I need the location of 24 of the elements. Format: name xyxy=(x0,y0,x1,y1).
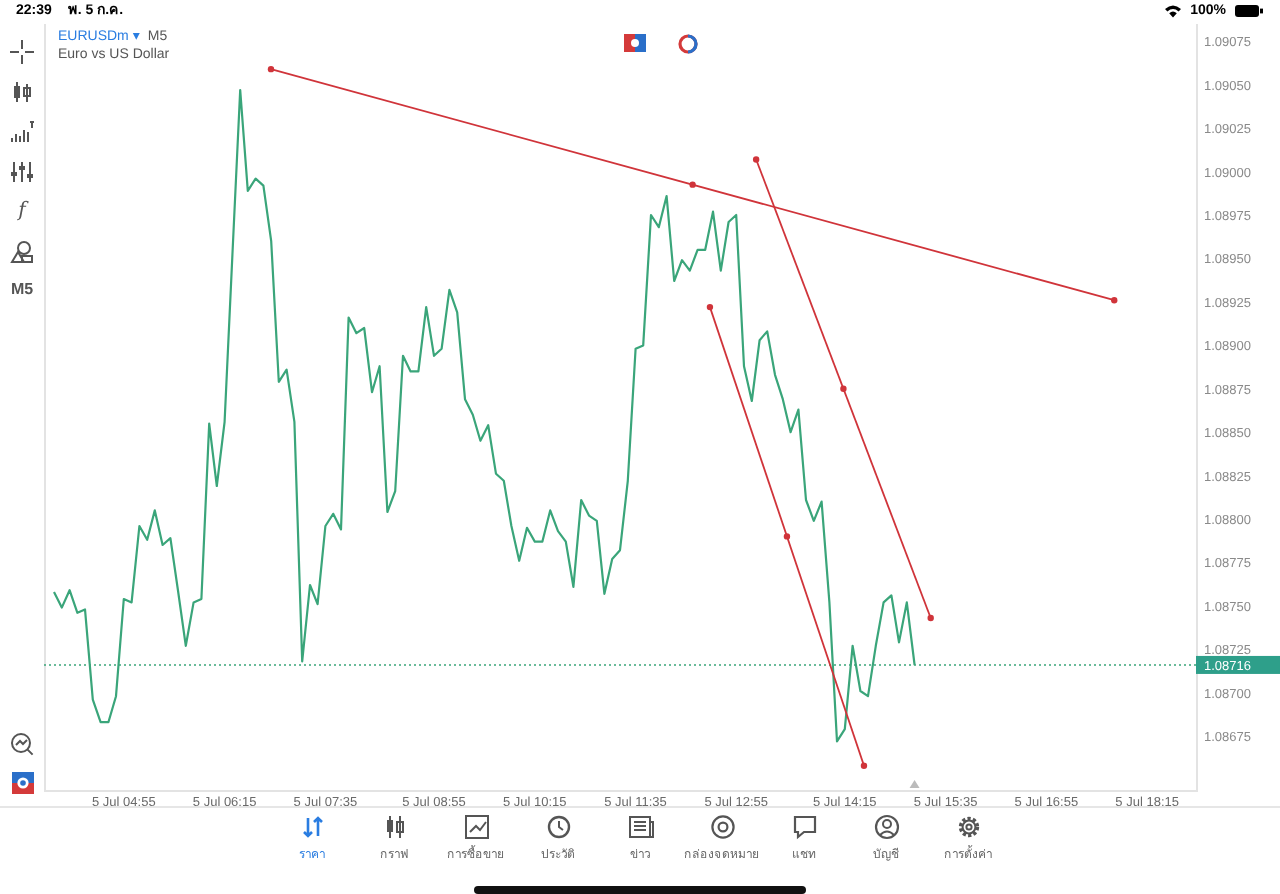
time-marker-icon xyxy=(909,779,920,788)
chart-search-icon[interactable] xyxy=(10,731,34,756)
line-chart-icon xyxy=(463,813,489,840)
shapes-icon[interactable] xyxy=(10,239,34,264)
history-icon xyxy=(545,813,571,840)
arrows-icon xyxy=(299,813,325,840)
clock-icon[interactable] xyxy=(678,33,698,54)
trendline-drawing[interactable] xyxy=(752,155,934,621)
app-logo-icon[interactable] xyxy=(11,771,33,794)
function-label[interactable]: f xyxy=(18,199,26,224)
candlestick-icon xyxy=(381,813,407,840)
trendline-drawing[interactable] xyxy=(706,303,868,769)
timeframe-label[interactable]: M5 xyxy=(10,279,34,300)
wifi-icon xyxy=(1164,4,1183,19)
battery-icon xyxy=(1234,4,1264,19)
news-icon xyxy=(627,813,653,840)
trade-icon[interactable] xyxy=(624,33,646,52)
sliders-icon[interactable] xyxy=(10,159,34,184)
settings-icon xyxy=(955,813,981,840)
crosshair-icon[interactable] xyxy=(10,39,34,64)
chat-icon xyxy=(791,813,817,840)
bar-chart-icon[interactable] xyxy=(10,119,34,144)
candlestick-icon[interactable] xyxy=(10,79,34,104)
account-icon xyxy=(873,813,899,840)
